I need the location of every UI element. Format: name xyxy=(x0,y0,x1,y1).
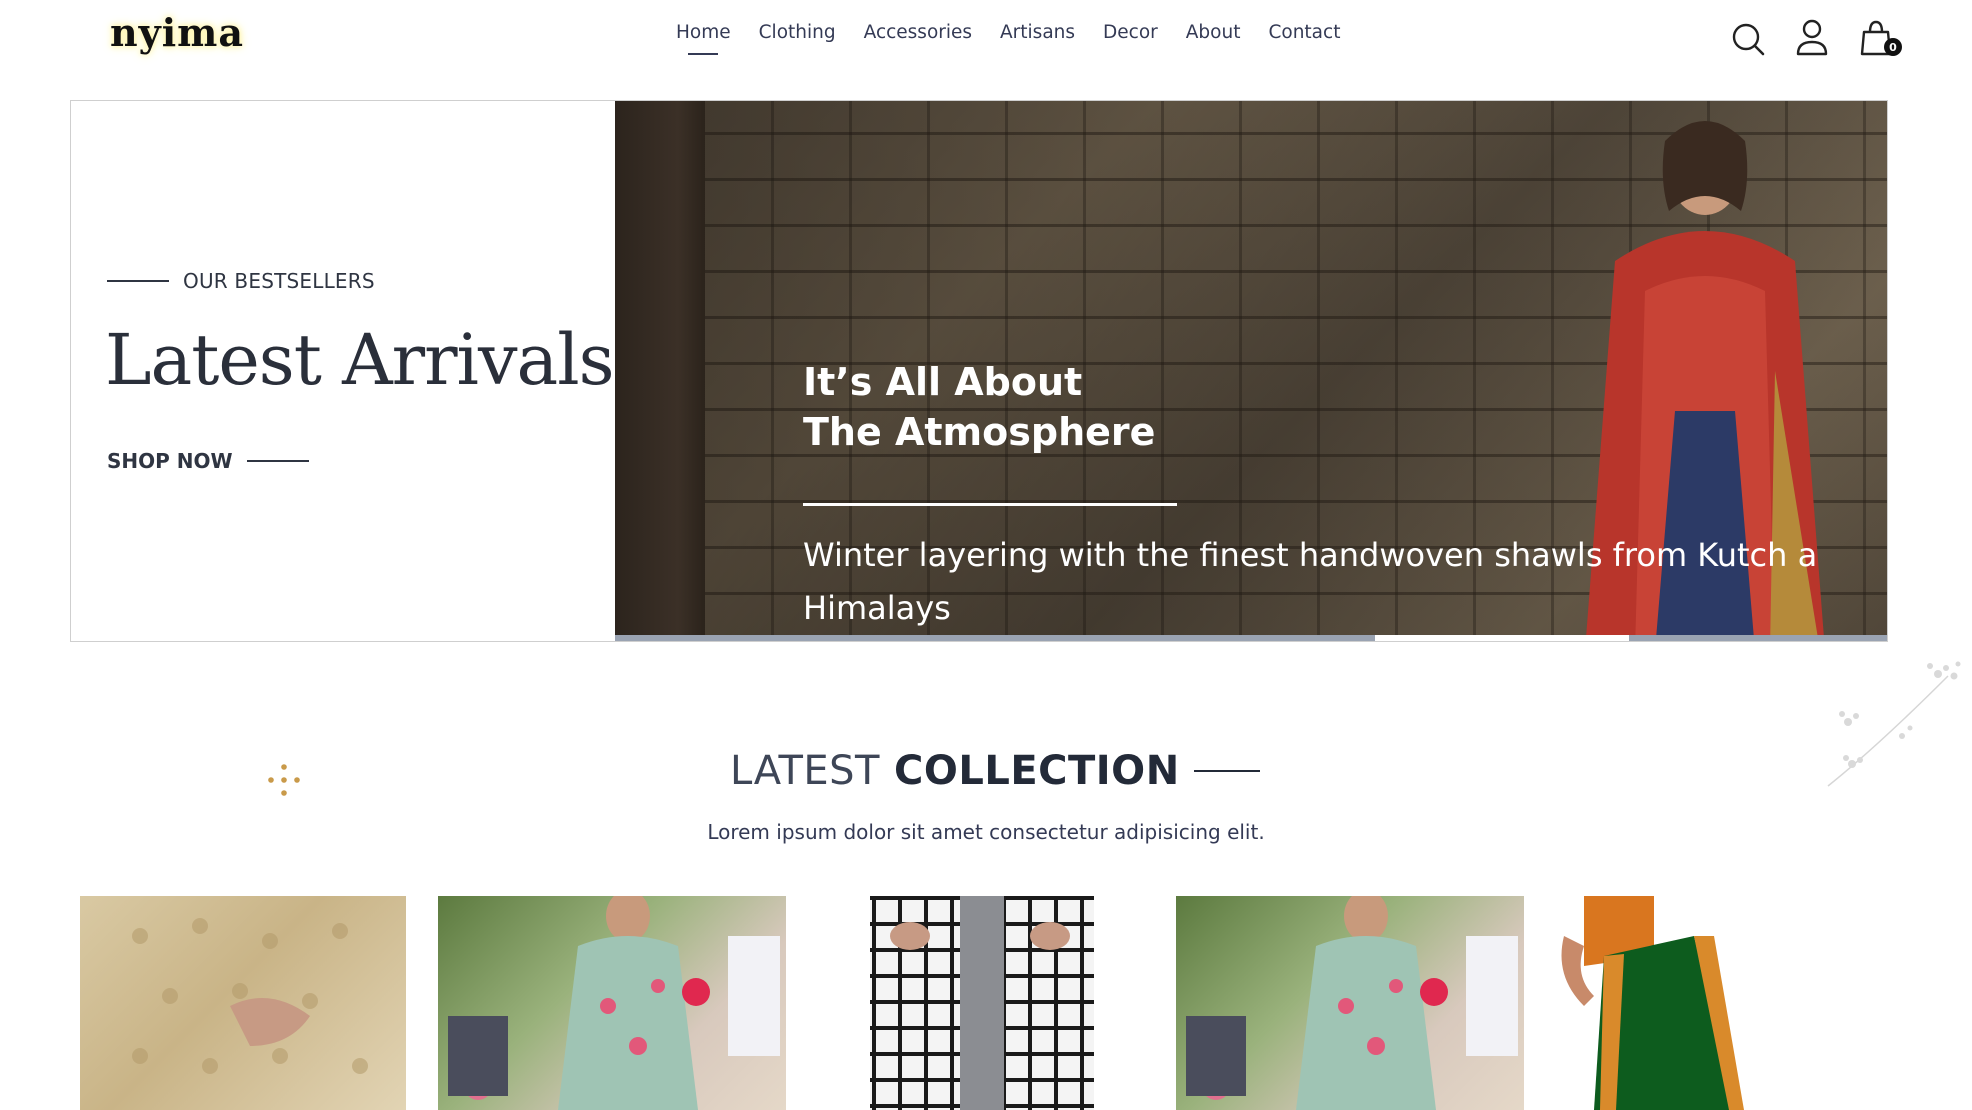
product-card-kurta[interactable] xyxy=(80,896,406,1110)
decorative-line xyxy=(1193,770,1260,772)
main-nav: Home Clothing Accessories Artisans Decor… xyxy=(676,22,1340,55)
decorative-line xyxy=(107,280,169,282)
page: nyima Home Clothing Accessories Artisans… xyxy=(0,0,1972,1110)
site-header: nyima Home Clothing Accessories Artisans… xyxy=(0,0,1972,100)
slide-heading: It’s All About The Atmosphere xyxy=(803,357,1155,457)
nav-decor[interactable]: Decor xyxy=(1103,22,1158,55)
green-saree-image xyxy=(1561,896,1744,1110)
floral-dress-image xyxy=(1186,896,1518,1110)
slide-subtext: Winter layering with the finest handwove… xyxy=(803,536,1818,627)
product-card-floral-dress[interactable] xyxy=(438,896,786,1110)
checked-jacket-image xyxy=(870,896,1094,1110)
decorative-line xyxy=(246,460,309,462)
shop-now-label: SHOP NOW xyxy=(107,449,233,473)
search-icon[interactable] xyxy=(1730,18,1766,58)
slider-progress-track[interactable] xyxy=(615,635,1887,641)
hero-banner: OUR BESTSELLERS Latest Arrivals SHOP NOW… xyxy=(70,100,1888,642)
slide-heading-line1: It’s All About xyxy=(803,360,1083,404)
floral-decoration-icon xyxy=(1827,661,1961,787)
decorative-dots-icon xyxy=(268,764,300,796)
slide-divider xyxy=(803,503,1177,506)
nav-home[interactable]: Home xyxy=(676,22,731,55)
section-subtitle: Lorem ipsum dolor sit amet consectetur a… xyxy=(707,820,1265,844)
shopping-bag-icon[interactable]: 0 xyxy=(1858,18,1902,58)
brand-logo[interactable]: nyima xyxy=(110,10,244,55)
product-carousel xyxy=(0,896,1972,1110)
slide-heading-line2: The Atmosphere xyxy=(803,410,1156,454)
cart-count-badge: 0 xyxy=(1884,38,1902,56)
product-card-floral-dress-2[interactable] xyxy=(1176,896,1524,1110)
shop-now-link[interactable]: SHOP NOW xyxy=(107,449,309,473)
product-card-checked-jacket[interactable] xyxy=(820,896,1144,1110)
hero-slide-image[interactable]: It’s All About The Atmosphere Winter lay… xyxy=(615,101,1887,641)
hero-text-panel: OUR BESTSELLERS Latest Arrivals SHOP NOW xyxy=(71,101,615,641)
nav-accessories[interactable]: Accessories xyxy=(864,22,972,55)
floral-dress-image xyxy=(448,896,780,1110)
section-title-bold: COLLECTION xyxy=(894,748,1180,794)
beige-kurta-image xyxy=(132,918,368,1074)
slider-active-indicator xyxy=(1375,635,1629,641)
hero-eyebrow: OUR BESTSELLERS xyxy=(107,269,375,293)
nav-contact[interactable]: Contact xyxy=(1268,22,1340,55)
hero-title: Latest Arrivals xyxy=(105,319,615,401)
nav-clothing[interactable]: Clothing xyxy=(759,22,836,55)
user-icon[interactable] xyxy=(1794,18,1830,58)
nav-about[interactable]: About xyxy=(1186,22,1241,55)
section-title: LATEST COLLECTION xyxy=(730,748,1260,794)
header-icons: 0 xyxy=(1730,18,1902,58)
section-title-light: LATEST xyxy=(730,748,880,794)
hero-eyebrow-text: OUR BESTSELLERS xyxy=(183,269,375,293)
wooden-door-image xyxy=(615,101,705,641)
product-card-green-saree[interactable] xyxy=(1544,896,1744,1110)
nav-artisans[interactable]: Artisans xyxy=(1000,22,1075,55)
